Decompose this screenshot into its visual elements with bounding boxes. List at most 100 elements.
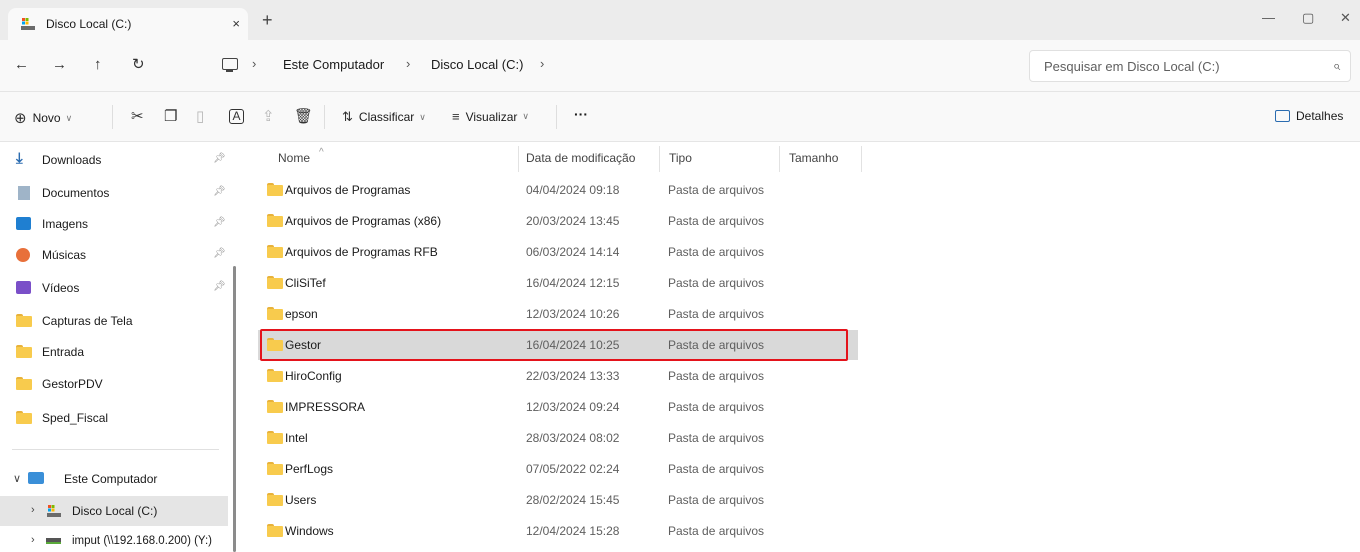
column-divider[interactable] — [779, 146, 780, 172]
pin-icon[interactable]: 📌︎ — [213, 248, 226, 259]
sidebar-item-label: Vídeos — [42, 281, 80, 295]
breadcrumb-disco-local[interactable]: Disco Local (C:) — [431, 57, 523, 72]
sidebar-scrollbar[interactable] — [233, 266, 236, 552]
sidebar-item-capturas-de-tela[interactable]: Capturas de Tela — [0, 306, 228, 336]
file-type: Pasta de arquivos — [668, 400, 765, 414]
column-header-date[interactable]: Data de modificação — [526, 151, 635, 165]
column-header-type[interactable]: Tipo — [669, 151, 692, 165]
sidebar-item-videos[interactable]: Vídeos 📌︎ — [0, 273, 228, 303]
navigation-bar: ← → ↑ ↻ › Este Computador › Disco Local … — [0, 40, 1360, 92]
pin-icon[interactable]: 📌︎ — [213, 186, 226, 197]
copy-icon[interactable]: ❐ — [164, 107, 177, 125]
close-window-button[interactable]: ✕ — [1340, 10, 1351, 26]
search-icon[interactable]: ⌕ — [1333, 58, 1340, 74]
column-divider[interactable] — [518, 146, 519, 172]
refresh-button[interactable]: ↻ — [132, 56, 145, 74]
sidebar-item-gestorpdv[interactable]: GestorPDV — [0, 369, 228, 399]
file-type: Pasta de arquivos — [668, 524, 765, 538]
table-row[interactable]: Intel 28/03/2024 08:02 Pasta de arquivos — [258, 423, 858, 453]
pin-icon[interactable]: 📌︎ — [213, 281, 226, 292]
forward-button[interactable]: → — [52, 56, 67, 74]
sidebar-item-imagens[interactable]: Imagens 📌︎ — [0, 209, 228, 239]
sidebar-item-label: Documentos — [42, 186, 110, 200]
minimize-button[interactable]: — — [1262, 10, 1275, 25]
command-bar: ⊕ Novo ∨ ✂ ❐ ▯ A ⇪ 🗑︎ ⇅ Classificar ∨ ≡ … — [0, 92, 1360, 142]
sidebar-item-este-computador[interactable]: ∨ Este Computador — [0, 464, 228, 494]
folder-icon — [267, 369, 283, 382]
table-row[interactable]: Users 28/02/2024 15:45 Pasta de arquivos — [258, 485, 858, 515]
download-icon: ⤓ — [16, 150, 23, 167]
file-type: Pasta de arquivos — [668, 462, 765, 476]
table-row[interactable]: Arquivos de Programas (x86) 20/03/2024 1… — [258, 206, 858, 236]
more-options-button[interactable]: ··· — [574, 106, 588, 122]
pin-icon[interactable]: 📌︎ — [213, 153, 226, 164]
breadcrumb-separator[interactable]: › — [540, 56, 544, 71]
search-box[interactable]: Pesquisar em Disco Local (C:) ⌕ — [1029, 50, 1351, 82]
drive-icon — [20, 17, 36, 31]
new-button[interactable]: ⊕ Novo ∨ — [14, 109, 72, 127]
chevron-down-icon: ∨ — [419, 111, 426, 122]
computer-icon[interactable] — [222, 58, 238, 72]
back-button[interactable]: ← — [14, 56, 29, 74]
breadcrumb-separator: › — [252, 56, 257, 71]
view-button[interactable]: ≡ Visualizar ∨ — [452, 109, 529, 124]
sidebar-item-documentos[interactable]: Documentos 📌︎ — [0, 178, 228, 208]
table-row[interactable]: PerfLogs 07/05/2022 02:24 Pasta de arqui… — [258, 454, 858, 484]
column-header-size[interactable]: Tamanho — [789, 151, 838, 165]
paste-icon[interactable]: ▯ — [196, 107, 204, 125]
breadcrumb-separator[interactable]: › — [406, 56, 410, 71]
table-row[interactable]: IMPRESSORA 12/03/2024 09:24 Pasta de arq… — [258, 392, 858, 422]
folder-icon — [16, 314, 32, 327]
folder-icon — [267, 462, 283, 475]
chevron-right-icon[interactable]: › — [31, 504, 35, 516]
file-name: CliSiTef — [285, 276, 326, 290]
table-row[interactable]: Arquivos de Programas RFB 06/03/2024 14:… — [258, 237, 858, 267]
documents-icon — [18, 186, 30, 200]
sort-button[interactable]: ⇅ Classificar ∨ — [342, 109, 426, 125]
sidebar-item-label: Disco Local (C:) — [72, 504, 158, 518]
sidebar-item-entrada[interactable]: Entrada — [0, 337, 228, 367]
file-type: Pasta de arquivos — [668, 183, 765, 197]
sidebar-item-network-drive[interactable]: › imput (\\192.168.0.200) (Y:) — [0, 526, 228, 552]
pictures-icon — [16, 217, 31, 230]
sidebar-item-musicas[interactable]: Músicas 📌︎ — [0, 240, 228, 270]
sidebar-item-disco-local[interactable]: › Disco Local (C:) — [0, 496, 228, 526]
search-placeholder: Pesquisar em Disco Local (C:) — [1044, 59, 1220, 74]
tab-disco-local[interactable]: Disco Local (C:) × — [8, 8, 248, 40]
sidebar-item-label: Downloads — [42, 153, 102, 167]
details-icon — [1275, 110, 1290, 122]
up-button[interactable]: ↑ — [94, 56, 102, 74]
chevron-down-icon: ∨ — [522, 111, 529, 121]
sidebar-item-downloads[interactable]: ⤓ Downloads 📌︎ — [0, 145, 228, 175]
breadcrumb-este-computador[interactable]: Este Computador — [283, 57, 384, 72]
pin-icon[interactable]: 📌︎ — [213, 217, 226, 228]
table-row[interactable]: CliSiTef 16/04/2024 12:15 Pasta de arqui… — [258, 268, 858, 298]
column-header-name[interactable]: Nome ^ — [278, 147, 324, 165]
column-divider[interactable] — [861, 146, 862, 172]
chevron-right-icon[interactable]: › — [31, 534, 35, 546]
file-name: Arquivos de Programas — [285, 183, 411, 197]
column-divider[interactable] — [659, 146, 660, 172]
chevron-down-icon[interactable]: ∨ — [13, 472, 21, 485]
folder-icon — [16, 411, 32, 424]
table-row[interactable]: Windows 12/04/2024 15:28 Pasta de arquiv… — [258, 516, 858, 546]
toolbar-divider — [556, 105, 557, 129]
share-icon[interactable]: ⇪ — [262, 107, 275, 125]
details-button[interactable]: Detalhes — [1275, 109, 1343, 123]
close-tab-icon[interactable]: × — [232, 16, 240, 31]
title-bar: Disco Local (C:) × + — ▢ ✕ — [0, 0, 1360, 40]
table-row[interactable]: HiroConfig 22/03/2024 13:33 Pasta de arq… — [258, 361, 858, 391]
cut-icon[interactable]: ✂ — [131, 107, 144, 125]
navigation-pane: ⤓ Downloads 📌︎ Documentos 📌︎ Imagens 📌︎ … — [0, 142, 232, 552]
delete-icon[interactable]: 🗑︎ — [294, 107, 313, 125]
file-date: 07/05/2022 02:24 — [526, 462, 620, 476]
file-date: 28/03/2024 08:02 — [526, 431, 620, 445]
table-row[interactable]: Arquivos de Programas 04/04/2024 09:18 P… — [258, 175, 858, 205]
sort-label: Classificar — [358, 110, 415, 124]
maximize-button[interactable]: ▢ — [1302, 10, 1314, 26]
rename-icon[interactable]: A — [229, 109, 244, 124]
table-row[interactable]: epson 12/03/2024 10:26 Pasta de arquivos — [258, 299, 858, 329]
sidebar-item-sped-fiscal[interactable]: Sped_Fiscal — [0, 403, 228, 433]
highlight-box — [260, 329, 848, 361]
new-tab-button[interactable]: + — [262, 11, 273, 29]
